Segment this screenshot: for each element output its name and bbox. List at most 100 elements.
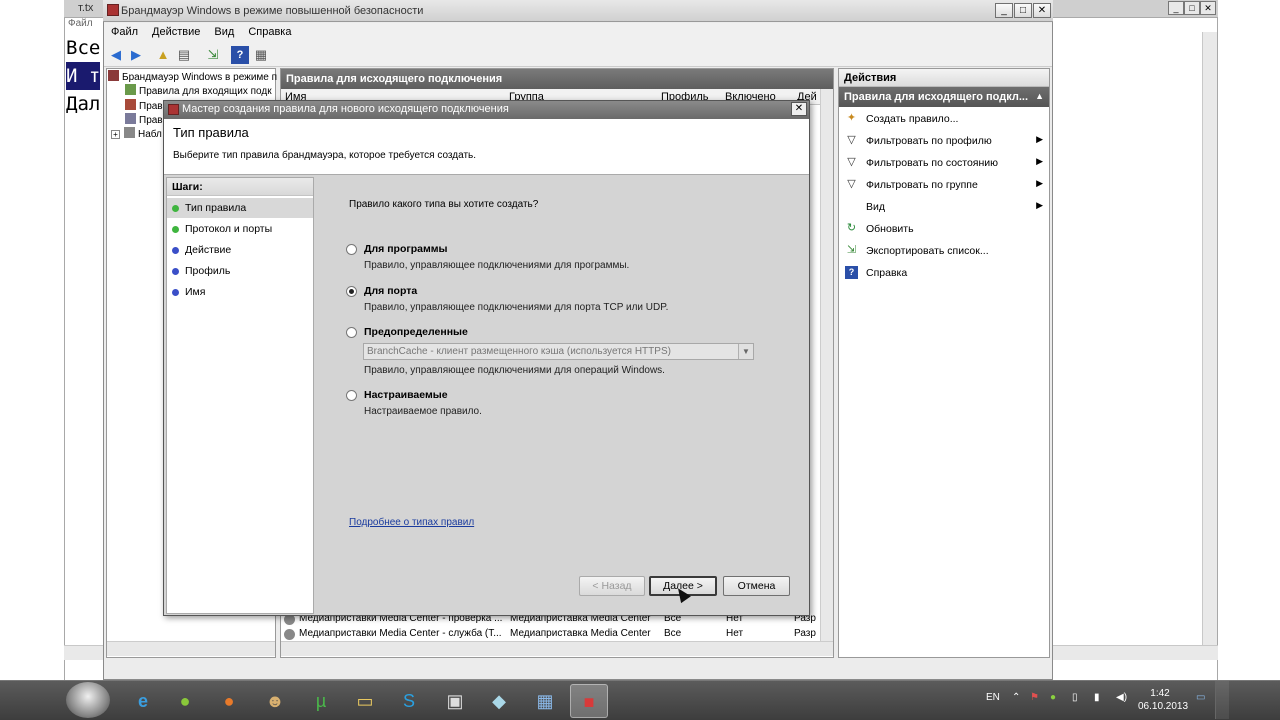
option-description: Настраиваемое правило. [364, 406, 482, 417]
utorrent-icon[interactable]: µ [302, 684, 340, 718]
notepad-maximize-button[interactable]: □ [1184, 1, 1200, 15]
step-label: Протокол и порты [185, 223, 273, 235]
control-panel-icon[interactable]: ▦ [526, 684, 564, 718]
notepad-close-button[interactable]: ✕ [1200, 1, 1216, 15]
action-refresh[interactable]: ↻ Обновить [843, 219, 1047, 239]
action-label: Фильтровать по группе [866, 179, 978, 191]
menu-view[interactable]: Вид [207, 23, 241, 38]
radio-custom[interactable] [346, 390, 357, 401]
action-export-list[interactable]: ⇲ Экспортировать список... [843, 241, 1047, 261]
notepad-menu-file[interactable]: Файл [64, 18, 104, 32]
firewall-taskbar-icon[interactable]: ■ [570, 684, 608, 718]
tree-horizontal-scrollbar[interactable] [107, 641, 275, 656]
tree-item-label: Брандмауэр Windows в режиме п [122, 72, 278, 83]
forward-icon[interactable]: ▶ [127, 46, 145, 64]
menu-file[interactable]: Файл [104, 23, 145, 38]
radio-predefined[interactable] [346, 327, 357, 338]
help-icon[interactable]: ? [231, 46, 249, 64]
actions-subheader[interactable]: Правила для исходящего подкл... ▲ [839, 87, 1049, 107]
paint-icon[interactable]: ◆ [480, 684, 518, 718]
action-filter-state[interactable]: ▽ Фильтровать по состоянию ▶ [843, 153, 1047, 173]
tree-item-monitoring[interactable]: + Набл [111, 127, 162, 140]
close-button[interactable]: ✕ [1033, 3, 1051, 18]
expand-icon[interactable]: + [111, 130, 120, 139]
action-filter-profile[interactable]: ▽ Фильтровать по профилю ▶ [843, 131, 1047, 151]
show-desktop-button[interactable] [1215, 681, 1229, 719]
firefox-icon[interactable]: ● [210, 684, 248, 718]
skype-icon[interactable]: S [390, 684, 428, 718]
explorer-folder-icon[interactable]: ▭ [346, 684, 384, 718]
start-button[interactable] [66, 682, 110, 718]
option-label[interactable]: Предопределенные [364, 326, 468, 338]
notification-icon[interactable]: ▭ [1196, 692, 1205, 703]
option-label[interactable]: Для порта [364, 285, 417, 297]
tree-item-inbound[interactable]: Правила для входящих подк [125, 84, 272, 97]
rule-action: Разр [794, 628, 816, 639]
internet-explorer-icon[interactable]: e [124, 684, 162, 718]
show-action-pane-icon[interactable]: ▦ [252, 46, 270, 64]
help-icon: ? [845, 266, 858, 279]
chevron-down-icon[interactable]: ▼ [738, 344, 753, 359]
action-center-icon[interactable]: ⚑ [1030, 692, 1039, 703]
system-clock[interactable]: 1:42 06.10.2013 [1138, 687, 1188, 713]
window-app-icon[interactable]: ▣ [436, 684, 474, 718]
inbound-rules-icon [125, 84, 136, 95]
minimize-button[interactable]: _ [995, 3, 1013, 18]
clock-time: 1:42 [1150, 688, 1170, 699]
network-icon[interactable]: ▮ [1094, 692, 1100, 703]
step-profile[interactable]: Профиль [167, 261, 313, 281]
submenu-arrow-icon: ▶ [1036, 200, 1043, 210]
table-row[interactable]: Медиаприставки Media Center - служба (Т.… [284, 627, 820, 641]
menu-action[interactable]: Действие [145, 23, 207, 38]
rules-horizontal-scrollbar[interactable] [281, 641, 833, 656]
action-view[interactable]: Вид ▶ [843, 197, 1047, 217]
radio-port-selected[interactable] [346, 286, 357, 297]
tree-item-label: Прав [139, 115, 163, 126]
notepad-vertical-scrollbar[interactable] [1202, 32, 1217, 660]
maximize-button[interactable]: □ [1014, 3, 1032, 18]
device-icon[interactable]: ▯ [1072, 692, 1078, 703]
step-name[interactable]: Имя [167, 282, 313, 302]
antivirus-icon[interactable]: ● [1050, 692, 1056, 703]
tree-item-outbound[interactable]: Прав [125, 99, 163, 112]
option-description: Правило, управляющее подключениями для п… [364, 302, 669, 313]
step-rule-type[interactable]: Тип правила [167, 198, 313, 218]
option-label[interactable]: Настраиваемые [364, 389, 448, 401]
rules-vertical-scrollbar[interactable] [820, 89, 833, 641]
show-hide-tree-icon[interactable]: ▤ [175, 46, 193, 64]
rule-name: Медиаприставки Media Center - служба (Т.… [299, 628, 502, 639]
action-filter-group[interactable]: ▽ Фильтровать по группе ▶ [843, 175, 1047, 195]
browser-icon[interactable]: ● [166, 684, 204, 718]
step-label: Имя [185, 286, 206, 298]
tree-item-connection-security[interactable]: Прав [125, 113, 163, 126]
menu-help[interactable]: Справка [241, 23, 298, 38]
up-folder-icon[interactable]: ▲ [154, 46, 172, 64]
predefined-rules-select[interactable]: BranchCache - клиент размещенного кэша (… [363, 343, 754, 360]
show-hidden-icons-icon[interactable]: ⌃ [1012, 692, 1020, 703]
option-label[interactable]: Для программы [364, 243, 448, 255]
action-new-rule[interactable]: ✦ Создать правило... [843, 109, 1047, 129]
option-description: Правило, управляющее подключениями для о… [364, 365, 665, 376]
step-action[interactable]: Действие [167, 240, 313, 260]
monitoring-icon [124, 127, 135, 138]
language-indicator[interactable]: EN [986, 692, 1000, 703]
collapse-icon[interactable]: ▲ [1035, 91, 1044, 101]
tree-item-root[interactable]: Брандмауэр Windows в режиме п [108, 70, 277, 83]
submenu-arrow-icon: ▶ [1036, 134, 1043, 144]
back-icon[interactable]: ◀ [107, 46, 125, 64]
step-protocol-ports[interactable]: Протокол и порты [167, 219, 313, 239]
export-list-icon[interactable]: ⇲ [204, 46, 222, 64]
volume-icon[interactable]: ◀) [1116, 692, 1127, 703]
cancel-button[interactable]: Отмена [723, 576, 790, 596]
wizard-close-button[interactable]: ✕ [791, 102, 807, 116]
back-button[interactable]: < Назад [579, 576, 645, 596]
wizard-subheading: Выберите тип правила брандмауэра, которо… [173, 150, 477, 161]
game-icon[interactable]: ☻ [256, 684, 294, 718]
notepad-minimize-button[interactable]: _ [1168, 1, 1184, 15]
firewall-titlebar: Брандмауэр Windows в режиме повышенной б… [103, 0, 1053, 22]
rule-type-question: Правило какого типа вы хотите создать? [349, 199, 539, 210]
action-help[interactable]: ? Справка [843, 263, 1047, 283]
notepad-line: Дал [66, 93, 101, 115]
radio-program[interactable] [346, 244, 357, 255]
learn-more-link[interactable]: Подробнее о типах правил [349, 517, 474, 528]
